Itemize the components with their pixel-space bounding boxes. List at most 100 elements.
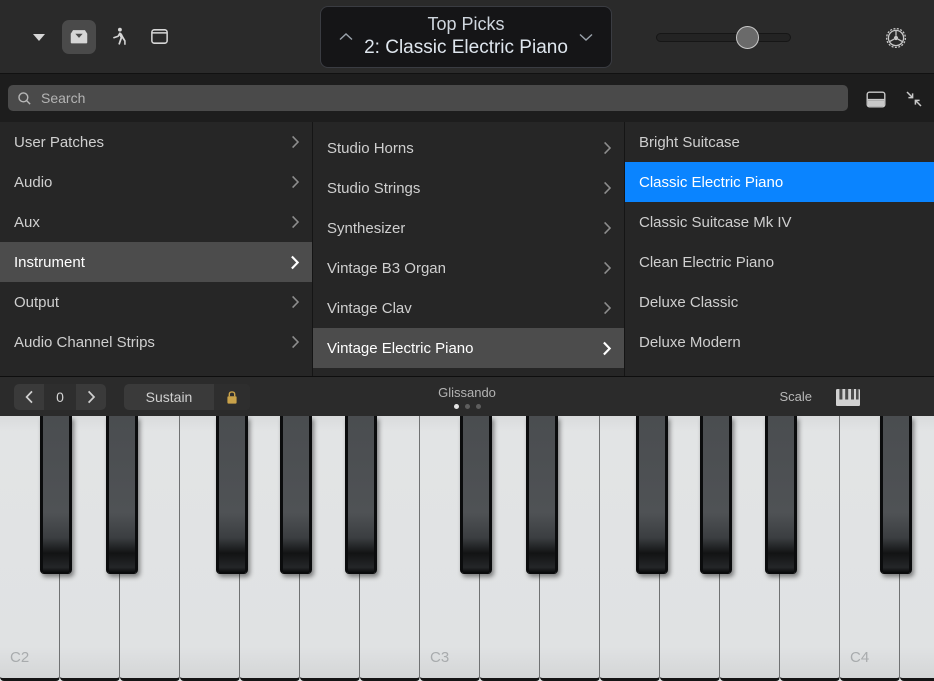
instrument-list: Studio Horns Studio Strings Synthesizer <box>313 122 624 368</box>
list-item-selected[interactable]: Instrument <box>0 242 312 282</box>
list-item-label: Vintage B3 Organ <box>327 260 446 277</box>
list-item-label: Studio Strings <box>327 180 420 197</box>
chevron-up-icon[interactable] <box>335 32 357 42</box>
chevron-right-icon <box>291 215 300 229</box>
black-key[interactable] <box>40 416 72 574</box>
browser-column-patches[interactable]: Bright Suitcase Classic Electric Piano C… <box>624 122 934 376</box>
black-key[interactable] <box>700 416 732 574</box>
volume-slider-knob[interactable] <box>736 26 759 49</box>
octave-label: C4 <box>850 649 869 666</box>
black-key[interactable] <box>106 416 138 574</box>
window-icon[interactable] <box>142 20 176 54</box>
scale-label[interactable]: Scale <box>779 389 812 404</box>
black-key[interactable] <box>765 416 797 574</box>
list-item-label: Instrument <box>14 254 85 271</box>
browser-column-instruments[interactable]: Studio Horns Studio Strings Synthesizer <box>312 122 624 376</box>
current-patch-name: 2: Classic Electric Piano <box>357 36 575 59</box>
list-item[interactable]: Vintage B3 Organ <box>313 248 624 288</box>
patch-list: Bright Suitcase Classic Electric Piano C… <box>625 122 934 362</box>
list-item-label: Synthesizer <box>327 220 405 237</box>
list-item[interactable]: Bright Suitcase <box>625 122 934 162</box>
black-key[interactable] <box>216 416 248 574</box>
split-view-icon[interactable] <box>861 84 891 114</box>
chevron-right-icon <box>602 341 612 356</box>
list-item-label: User Patches <box>14 134 104 151</box>
list-item[interactable]: Vintage Clav <box>313 288 624 328</box>
list-item[interactable]: Clean Electric Piano <box>625 242 934 282</box>
search-input[interactable]: Search <box>8 85 848 111</box>
list-item[interactable]: User Patches <box>0 122 312 162</box>
chevron-right-icon <box>290 255 300 270</box>
list-item[interactable]: Aux <box>0 202 312 242</box>
chevron-right-icon <box>603 301 612 315</box>
chevron-right-icon <box>291 175 300 189</box>
list-item-label: Clean Electric Piano <box>639 254 774 271</box>
list-item-label: Audio Channel Strips <box>14 334 155 351</box>
patch-selector-text: Top Picks 2: Classic Electric Piano <box>357 14 575 59</box>
search-icon <box>17 91 32 106</box>
browser-column-categories[interactable]: User Patches Audio Aux <box>0 122 312 376</box>
black-key[interactable] <box>460 416 492 574</box>
list-item-selected[interactable]: Classic Electric Piano <box>625 162 934 202</box>
volume-slider-track <box>656 33 791 42</box>
glissando-label: Glissando <box>438 386 496 399</box>
list-item-label: Aux <box>14 214 40 231</box>
volume-slider[interactable] <box>656 28 791 46</box>
chevron-right-icon <box>603 221 612 235</box>
list-item[interactable]: Studio Horns <box>313 128 624 168</box>
toolbar-icon-group <box>0 20 176 54</box>
list-item-label: Vintage Clav <box>327 300 412 317</box>
black-key[interactable] <box>880 416 912 574</box>
page-dot-1[interactable] <box>454 404 459 409</box>
lock-icon[interactable] <box>214 384 250 410</box>
disclosure-triangle-icon[interactable] <box>22 20 56 54</box>
list-item-selected[interactable]: Vintage Electric Piano <box>313 328 624 368</box>
patch-selector[interactable]: Top Picks 2: Classic Electric Piano <box>320 6 612 68</box>
octave-down-button[interactable] <box>14 384 44 410</box>
library-box-icon[interactable] <box>62 20 96 54</box>
gear-icon[interactable] <box>880 22 912 54</box>
list-item-label: Classic Electric Piano <box>639 174 783 191</box>
search-placeholder: Search <box>41 90 85 106</box>
piano-keyboard[interactable]: C2 C3 C4 <box>0 416 934 681</box>
list-item-label: Output <box>14 294 59 311</box>
list-item-label: Studio Horns <box>327 140 414 157</box>
octave-value: 0 <box>44 384 76 410</box>
page-dot-2[interactable] <box>465 404 470 409</box>
list-item[interactable]: Studio Strings <box>313 168 624 208</box>
list-item[interactable]: Classic Suitcase Mk IV <box>625 202 934 242</box>
mainstage-patch-library-window: Top Picks 2: Classic Electric Piano <box>0 0 934 681</box>
list-item-label: Classic Suitcase Mk IV <box>639 214 792 231</box>
patch-browser: User Patches Audio Aux <box>0 122 934 376</box>
chevron-right-icon <box>291 135 300 149</box>
list-item-label: Vintage Electric Piano <box>327 340 473 357</box>
list-item[interactable]: Output <box>0 282 312 322</box>
list-item[interactable]: Audio <box>0 162 312 202</box>
list-item[interactable]: Audio Channel Strips <box>0 322 312 362</box>
list-item[interactable]: Deluxe Classic <box>625 282 934 322</box>
keyboard-control-bar: 0 Sustain Glissando Scale <box>0 376 934 416</box>
keyboard-icon[interactable] <box>834 386 862 408</box>
octave-up-button[interactable] <box>76 384 106 410</box>
black-key[interactable] <box>526 416 558 574</box>
list-item-label: Bright Suitcase <box>639 134 740 151</box>
list-item[interactable]: Deluxe Modern <box>625 322 934 362</box>
black-key[interactable] <box>636 416 668 574</box>
black-key[interactable] <box>280 416 312 574</box>
sustain-control[interactable]: Sustain <box>124 384 250 410</box>
octave-stepper[interactable]: 0 <box>14 384 106 410</box>
chevron-right-icon <box>291 335 300 349</box>
list-item-label: Deluxe Modern <box>639 334 741 351</box>
collapse-icon[interactable] <box>899 84 929 114</box>
performer-icon[interactable] <box>102 20 136 54</box>
octave-label: C3 <box>430 649 449 666</box>
category-list: User Patches Audio Aux <box>0 122 312 362</box>
top-toolbar: Top Picks 2: Classic Electric Piano <box>0 0 934 74</box>
chevron-down-icon[interactable] <box>575 32 597 42</box>
sustain-button[interactable]: Sustain <box>124 384 214 410</box>
black-key[interactable] <box>345 416 377 574</box>
list-item[interactable]: Synthesizer <box>313 208 624 248</box>
octave-label: C2 <box>10 649 29 666</box>
page-dots[interactable] <box>454 404 481 409</box>
page-dot-3[interactable] <box>476 404 481 409</box>
